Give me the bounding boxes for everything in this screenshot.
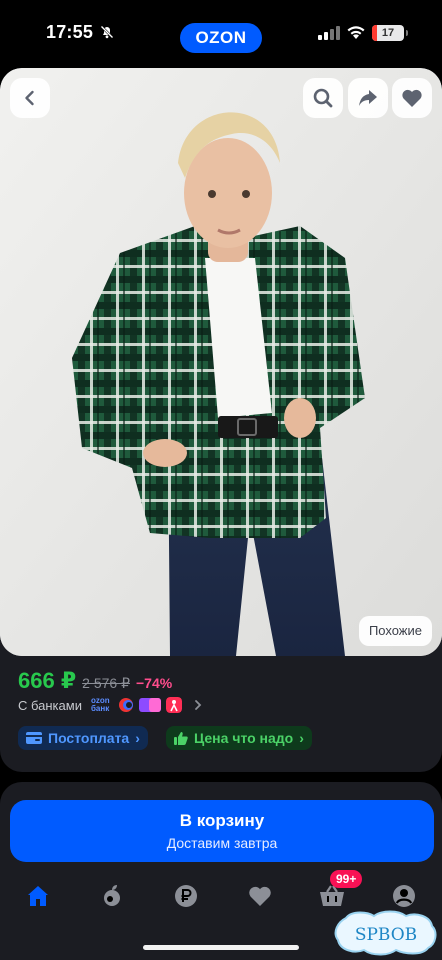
favorite-button[interactable] [392, 78, 432, 118]
chevron-right-icon [195, 700, 202, 710]
discount-percent: −74% [135, 675, 173, 691]
battery-percent: 17 [381, 27, 395, 39]
wifi-icon [347, 26, 365, 39]
bank-logo-red [118, 698, 133, 712]
battery-indicator: 17 [372, 25, 404, 41]
back-button[interactable] [10, 78, 50, 118]
fair-price-chip[interactable]: Цена что надо › [166, 726, 312, 750]
postpay-chip[interactable]: Постоплата › [18, 726, 148, 750]
share-button[interactable] [348, 78, 388, 118]
add-to-cart-button[interactable]: В корзину Доставим завтра [10, 800, 434, 862]
tab-fresh[interactable] [98, 882, 126, 910]
product-photo-illustration [0, 68, 442, 656]
current-price: 666 ₽ [18, 668, 77, 693]
spbob-watermark: SPBOB [334, 910, 437, 956]
share-arrow-icon [359, 90, 377, 106]
card-icon [26, 732, 42, 744]
search-icon [313, 88, 333, 108]
product-photo[interactable]: Похожие [0, 68, 442, 656]
similar-products-button[interactable]: Похожие [358, 616, 432, 646]
profile-icon [393, 885, 415, 907]
bank-logo-pink [165, 697, 182, 713]
banks-label: С банками [18, 697, 82, 713]
tab-finance[interactable] [172, 882, 200, 910]
old-price: 2 576 ₽ [82, 675, 130, 691]
cart-count-badge: 99+ [330, 870, 363, 888]
bank-logo-purple [138, 698, 161, 712]
bank-offers-row[interactable]: С банками ozon банк [18, 696, 203, 714]
chevron-right-icon: › [135, 730, 140, 746]
thumbs-up-icon [174, 732, 188, 745]
price-row: 666 ₽ 2 576 ₽ −74% [18, 668, 172, 694]
fair-price-label: Цена что надо [194, 730, 294, 746]
battery-level-fill [372, 25, 378, 41]
tab-favorites[interactable] [246, 882, 274, 910]
tab-profile[interactable] [390, 882, 418, 910]
cart-button-subtitle: Доставим завтра [166, 835, 278, 851]
postpay-label: Постоплата [48, 730, 130, 746]
cellular-signal-icon [318, 26, 340, 40]
watermark-text: SPBOB [355, 925, 417, 945]
favorites-icon [249, 886, 271, 906]
chevron-left-icon [25, 90, 34, 106]
chevron-right-icon: › [299, 730, 304, 746]
heart-icon [402, 89, 422, 107]
cart-button-title: В корзину [179, 811, 265, 830]
battery-terminal [406, 30, 408, 36]
status-bar: 17:55 OZON 17 [0, 0, 442, 66]
search-button[interactable] [303, 78, 343, 118]
status-time: 17:55 [46, 22, 94, 42]
mute-bell-icon [100, 25, 114, 39]
ruble-icon [175, 885, 197, 907]
home-indicator [143, 945, 299, 950]
ozon-logo: OZON [180, 23, 262, 53]
fresh-icon [104, 885, 120, 906]
home-icon [28, 886, 48, 906]
tab-home[interactable] [24, 882, 52, 910]
product-card: Похожие 666 ₽ 2 576 ₽ −74% С банками ozo… [0, 68, 442, 772]
ozon-bank-logo: ozon банк [90, 696, 110, 713]
